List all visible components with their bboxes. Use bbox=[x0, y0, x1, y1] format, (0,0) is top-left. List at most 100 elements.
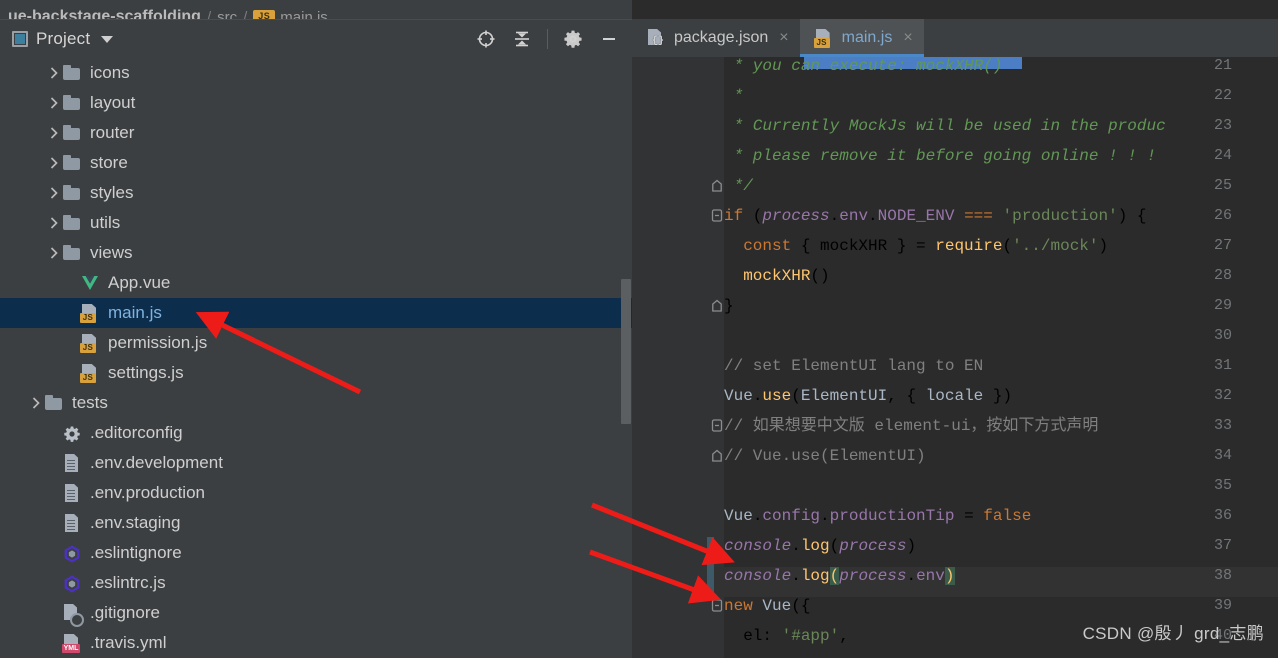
code-line[interactable]: * you can execute: mockXHR() bbox=[724, 57, 1003, 81]
tree-item-icons[interactable]: icons bbox=[0, 58, 632, 88]
tree-item-env-staging[interactable]: .env.staging bbox=[0, 508, 632, 538]
tree-item-label: utils bbox=[90, 213, 121, 232]
code-line[interactable]: if (process.env.NODE_ENV === 'production… bbox=[724, 201, 1147, 231]
tree-item-travis-yml[interactable]: .travis.yml bbox=[0, 628, 632, 658]
code-line[interactable]: // 如果想要中文版 element-ui，按如下方式声明 bbox=[724, 411, 1098, 441]
code-line[interactable]: console.log(process.env) bbox=[724, 561, 955, 591]
sidebar-scrollbar[interactable] bbox=[620, 58, 632, 658]
fold-expand-icon[interactable] bbox=[711, 201, 723, 231]
close-icon[interactable]: × bbox=[779, 30, 788, 46]
code-line[interactable]: mockXHR() bbox=[724, 261, 829, 291]
fold-expand-icon[interactable] bbox=[711, 411, 723, 441]
code-line[interactable]: console.log(process) bbox=[724, 531, 916, 561]
breadcrumb-file[interactable]: main.js bbox=[280, 9, 328, 19]
chevron-right-icon[interactable] bbox=[28, 395, 44, 411]
code-line[interactable]: // Vue.use(ElementUI) bbox=[724, 441, 926, 471]
tree-item-permission-js[interactable]: permission.js bbox=[0, 328, 632, 358]
tree-item-editorconfig[interactable]: .editorconfig bbox=[0, 418, 632, 448]
tree-item-label: .env.staging bbox=[90, 513, 181, 532]
eslint-file-icon bbox=[62, 543, 82, 563]
tree-item-main-js[interactable]: main.js bbox=[0, 298, 632, 328]
tree-item-store[interactable]: store bbox=[0, 148, 632, 178]
tree-item-router[interactable]: router bbox=[0, 118, 632, 148]
tree-item-views[interactable]: views bbox=[0, 238, 632, 268]
folder-icon bbox=[62, 183, 82, 203]
project-file-tree[interactable]: icons layout router store styles utils views Ap… bbox=[0, 58, 632, 658]
editor-tab-bar[interactable]: package.json × main.js × bbox=[632, 19, 1278, 57]
tree-item-tests[interactable]: tests bbox=[0, 388, 632, 418]
tree-item-label: main.js bbox=[108, 303, 162, 322]
chevron-right-icon[interactable] bbox=[46, 245, 62, 261]
folder-icon bbox=[62, 123, 82, 143]
code-line[interactable]: const { mockXHR } = require('../mock') bbox=[724, 231, 1108, 261]
fold-expand-icon[interactable] bbox=[711, 591, 723, 621]
code-line[interactable]: Vue.use(ElementUI, { locale }) bbox=[724, 381, 1012, 411]
tree-item-label: .editorconfig bbox=[90, 423, 183, 442]
breadcrumb-folder[interactable]: src bbox=[217, 9, 237, 19]
project-panel-toolbar bbox=[475, 28, 624, 50]
code-line[interactable]: el: '#app', bbox=[724, 621, 849, 651]
project-panel-title-group[interactable]: Project bbox=[12, 29, 475, 49]
tree-item-label: .gitignore bbox=[90, 603, 160, 622]
tree-item-label: icons bbox=[90, 63, 130, 82]
tree-item-env-production[interactable]: .env.production bbox=[0, 478, 632, 508]
tree-item-settings-js[interactable]: settings.js bbox=[0, 358, 632, 388]
fold-collapse-icon[interactable] bbox=[711, 171, 723, 201]
tree-item-label: .env.development bbox=[90, 453, 223, 472]
locate-icon[interactable] bbox=[475, 28, 497, 50]
tree-item-layout[interactable]: layout bbox=[0, 88, 632, 118]
project-panel-header: Project bbox=[0, 20, 632, 58]
close-icon[interactable]: × bbox=[903, 30, 912, 46]
tree-item-styles[interactable]: styles bbox=[0, 178, 632, 208]
tab-label: package.json bbox=[674, 29, 769, 46]
breadcrumb-separator-2: / bbox=[243, 9, 248, 19]
tree-item-gitignore[interactable]: .gitignore bbox=[0, 598, 632, 628]
code-line[interactable]: Vue.config.productionTip = false bbox=[724, 501, 1031, 531]
gitignore-file-icon bbox=[62, 603, 84, 627]
tree-item-label: .eslintignore bbox=[90, 543, 182, 562]
vcs-change-marker[interactable] bbox=[707, 537, 714, 567]
tree-item-eslintrc-js[interactable]: .eslintrc.js bbox=[0, 568, 632, 598]
tree-item-eslintignore[interactable]: .eslintignore bbox=[0, 538, 632, 568]
breadcrumb-project[interactable]: ue-backstage-scaffolding bbox=[8, 8, 201, 19]
chevron-right-icon[interactable] bbox=[46, 65, 62, 81]
editor-tab-package-json[interactable]: package.json × bbox=[632, 19, 800, 57]
code-line[interactable]: * please remove it before going online !… bbox=[724, 141, 1156, 171]
chevron-right-icon[interactable] bbox=[46, 185, 62, 201]
tree-item-utils[interactable]: utils bbox=[0, 208, 632, 238]
chevron-right-icon[interactable] bbox=[46, 125, 62, 141]
tree-item-app-vue[interactable]: App.vue bbox=[0, 268, 632, 298]
breadcrumb-separator: / bbox=[206, 9, 212, 19]
code-line[interactable]: * bbox=[724, 81, 744, 111]
tree-item-label: views bbox=[90, 243, 133, 262]
tree-item-label: settings.js bbox=[108, 363, 184, 382]
eslint-file-icon bbox=[62, 573, 82, 593]
sidebar-scrollbar-thumb[interactable] bbox=[621, 279, 631, 424]
project-tool-window: Project icons layout router store styles… bbox=[0, 19, 632, 658]
yml-file-icon bbox=[62, 633, 82, 653]
watermark: CSDN @殷丿 grd_志鹏 bbox=[1082, 624, 1264, 643]
tree-item-label: App.vue bbox=[108, 273, 171, 292]
collapse-all-icon[interactable] bbox=[511, 28, 533, 50]
code-line[interactable]: * Currently MockJs will be used in the p… bbox=[724, 111, 1166, 141]
tree-item-label: store bbox=[90, 153, 128, 172]
code-editor[interactable]: 21 22 23 24 25 26 27 28 29 30 31 32 33 34 35 36 37 38 39 40… bbox=[632, 57, 1278, 658]
fold-collapse-icon[interactable] bbox=[711, 441, 723, 471]
gear-icon[interactable] bbox=[562, 28, 584, 50]
chevron-right-icon[interactable] bbox=[46, 155, 62, 171]
code-line[interactable]: */ bbox=[724, 171, 753, 201]
code-line[interactable]: new Vue({ bbox=[724, 591, 810, 621]
code-line[interactable]: } bbox=[724, 291, 734, 321]
chevron-right-icon[interactable] bbox=[46, 95, 62, 111]
chevron-right-icon[interactable] bbox=[46, 215, 62, 231]
minimize-icon[interactable] bbox=[598, 28, 620, 50]
code-text[interactable]: * you can execute: mockXHR() * * Current… bbox=[724, 57, 1278, 658]
js-file-icon bbox=[813, 28, 834, 48]
code-line[interactable]: // set ElementUI lang to EN bbox=[724, 351, 983, 381]
tree-item-env-development[interactable]: .env.development bbox=[0, 448, 632, 478]
text-file-icon bbox=[62, 513, 82, 533]
chevron-down-icon[interactable] bbox=[101, 35, 114, 43]
fold-collapse-icon[interactable] bbox=[711, 291, 723, 321]
editor-tab-main-js[interactable]: main.js × bbox=[799, 19, 924, 57]
tree-item-label: permission.js bbox=[108, 333, 208, 352]
